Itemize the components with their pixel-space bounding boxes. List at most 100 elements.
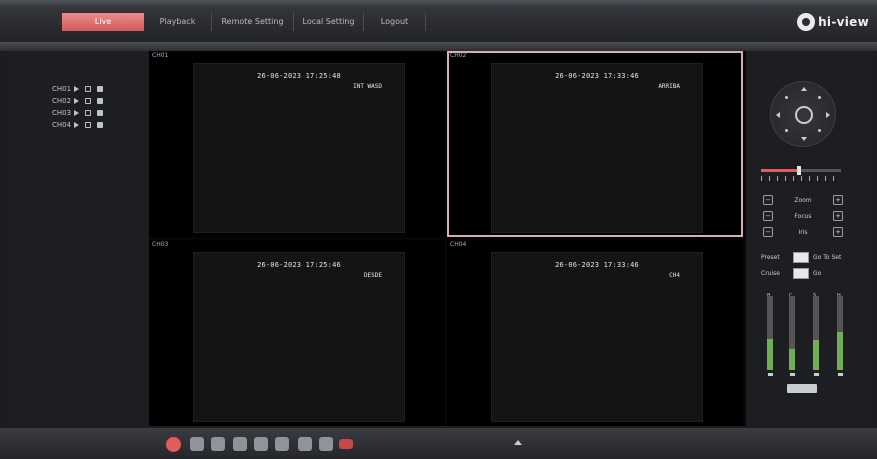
ptz-auto-button[interactable] bbox=[795, 106, 813, 124]
audio-button[interactable] bbox=[319, 437, 333, 451]
video-feed: 26-06-2023 17:33:46 ARRIBA bbox=[491, 63, 703, 233]
preset-goto-set-button[interactable]: Go To Set bbox=[813, 254, 841, 261]
iris-label: Iris bbox=[798, 228, 808, 236]
cruise-control: Cruise Go bbox=[761, 267, 861, 279]
record-icon[interactable] bbox=[85, 98, 91, 104]
layout-16-button[interactable] bbox=[233, 437, 247, 451]
tab-local-setting[interactable]: Local Setting bbox=[294, 13, 364, 31]
cell-label: CH04 bbox=[450, 241, 467, 248]
record-icon[interactable] bbox=[85, 86, 91, 92]
meter-fill bbox=[813, 340, 819, 370]
brand-logo-icon bbox=[797, 13, 816, 31]
channel-row: CH01 bbox=[52, 84, 109, 94]
preset-label: Preset bbox=[761, 253, 780, 261]
meter-handle[interactable] bbox=[768, 373, 773, 376]
pan-up-icon[interactable] bbox=[801, 87, 807, 91]
osd-timestamp: 26-06-2023 17:33:46 bbox=[555, 261, 639, 269]
iris-close-button[interactable]: − bbox=[763, 227, 773, 237]
layout-4-button[interactable] bbox=[190, 437, 204, 451]
preset-select[interactable] bbox=[793, 251, 809, 263]
video-cell-ch04[interactable]: CH04 26-06-2023 17:33:46 CH4 bbox=[447, 240, 743, 426]
record-icon[interactable] bbox=[85, 122, 91, 128]
speed-slider-handle[interactable] bbox=[797, 166, 802, 175]
play-icon[interactable] bbox=[74, 98, 79, 104]
cell-label: CH03 bbox=[152, 241, 169, 248]
brightness-slider[interactable] bbox=[767, 296, 773, 370]
meter-fill bbox=[767, 338, 773, 370]
video-cell-ch01[interactable]: CH01 26-06-2023 17:25:48 INT WASD bbox=[149, 51, 445, 237]
meter-handle[interactable] bbox=[838, 373, 843, 376]
pan-up-right-icon[interactable] bbox=[818, 96, 821, 99]
snapshot-icon[interactable] bbox=[97, 110, 103, 116]
video-cell-ch03[interactable]: CH03 26-06-2023 17:25:46 DESDE bbox=[149, 240, 445, 426]
focus-far-button[interactable]: + bbox=[833, 211, 843, 221]
speed-ticks bbox=[761, 176, 841, 181]
channel-label: CH02 bbox=[52, 97, 72, 105]
channel-label: CH03 bbox=[52, 109, 72, 117]
play-icon[interactable] bbox=[74, 110, 79, 116]
meter-fill bbox=[837, 331, 843, 370]
focus-label: Focus bbox=[794, 212, 812, 220]
snapshot-icon[interactable] bbox=[97, 122, 103, 128]
bottom-toolbar bbox=[0, 428, 877, 459]
osd-camera-name: ARRIBA bbox=[658, 83, 680, 90]
channel-row: CH02 bbox=[52, 96, 109, 106]
cell-label: CH01 bbox=[152, 52, 169, 59]
pan-up-left-icon[interactable] bbox=[785, 96, 788, 99]
osd-timestamp: 26-06-2023 17:33:46 bbox=[555, 72, 639, 80]
top-bar: Live Playback Remote Setting Local Setti… bbox=[0, 0, 877, 42]
channel-row: CH03 bbox=[52, 108, 109, 118]
record-all-button[interactable] bbox=[275, 437, 289, 451]
cruise-go-button[interactable]: Go bbox=[813, 270, 821, 277]
tab-playback[interactable]: Playback bbox=[144, 13, 212, 31]
channel-list-panel: CH01 CH02 CH03 CH04 bbox=[8, 51, 146, 426]
cruise-select[interactable] bbox=[793, 267, 809, 279]
pan-down-right-icon[interactable] bbox=[818, 129, 821, 132]
default-button[interactable] bbox=[787, 384, 817, 393]
saturation-slider[interactable] bbox=[813, 296, 819, 370]
collapse-up-icon[interactable] bbox=[514, 440, 522, 445]
meter-handle[interactable] bbox=[814, 373, 819, 376]
snapshot-icon[interactable] bbox=[97, 98, 103, 104]
record-icon[interactable] bbox=[85, 110, 91, 116]
layout-1-button[interactable] bbox=[166, 437, 181, 452]
ptz-control-panel: − Zoom + − Focus + − Iris + Preset Go To… bbox=[751, 51, 869, 426]
video-grid: CH01 26-06-2023 17:25:48 INT WASD CH02 2… bbox=[149, 51, 746, 426]
pan-down-icon[interactable] bbox=[801, 137, 807, 141]
video-feed: 26-06-2023 17:25:48 INT WASD bbox=[193, 63, 405, 233]
fullscreen-button[interactable] bbox=[254, 437, 268, 451]
focus-control: − Focus + bbox=[763, 210, 853, 222]
play-icon[interactable] bbox=[74, 122, 79, 128]
ptz-speed-slider[interactable] bbox=[761, 166, 841, 175]
ptz-joystick bbox=[770, 81, 836, 147]
zoom-in-button[interactable]: + bbox=[833, 195, 843, 205]
video-feed: 26-06-2023 17:25:46 DESDE bbox=[193, 252, 405, 422]
tab-remote-setting[interactable]: Remote Setting bbox=[212, 13, 294, 31]
play-icon[interactable] bbox=[74, 86, 79, 92]
pan-right-icon[interactable] bbox=[826, 112, 830, 118]
snapshot-icon[interactable] bbox=[97, 86, 103, 92]
osd-timestamp: 26-06-2023 17:25:48 bbox=[257, 72, 341, 80]
channel-label: CH01 bbox=[52, 85, 72, 93]
channel-row: CH04 bbox=[52, 120, 109, 130]
zoom-out-button[interactable]: − bbox=[763, 195, 773, 205]
iris-open-button[interactable]: + bbox=[833, 227, 843, 237]
video-cell-ch02[interactable]: CH02 26-06-2023 17:33:46 ARRIBA bbox=[447, 51, 743, 237]
stop-all-button[interactable] bbox=[339, 439, 353, 449]
capture-all-button[interactable] bbox=[298, 437, 312, 451]
main-tabs: Live Playback Remote Setting Local Setti… bbox=[62, 13, 426, 31]
iris-control: − Iris + bbox=[763, 226, 853, 238]
osd-timestamp: 26-06-2023 17:25:46 bbox=[257, 261, 341, 269]
preset-control: Preset Go To Set bbox=[761, 251, 861, 263]
focus-near-button[interactable]: − bbox=[763, 211, 773, 221]
contrast-slider[interactable] bbox=[789, 296, 795, 370]
osd-camera-name: CH4 bbox=[669, 272, 680, 279]
tab-logout[interactable]: Logout bbox=[364, 13, 426, 31]
hue-slider[interactable] bbox=[837, 296, 843, 370]
layout-9-button[interactable] bbox=[211, 437, 225, 451]
tab-live[interactable]: Live bbox=[62, 13, 144, 31]
pan-down-left-icon[interactable] bbox=[785, 129, 788, 132]
toolbar-strip bbox=[0, 42, 877, 51]
pan-left-icon[interactable] bbox=[776, 112, 780, 118]
meter-handle[interactable] bbox=[790, 373, 795, 376]
